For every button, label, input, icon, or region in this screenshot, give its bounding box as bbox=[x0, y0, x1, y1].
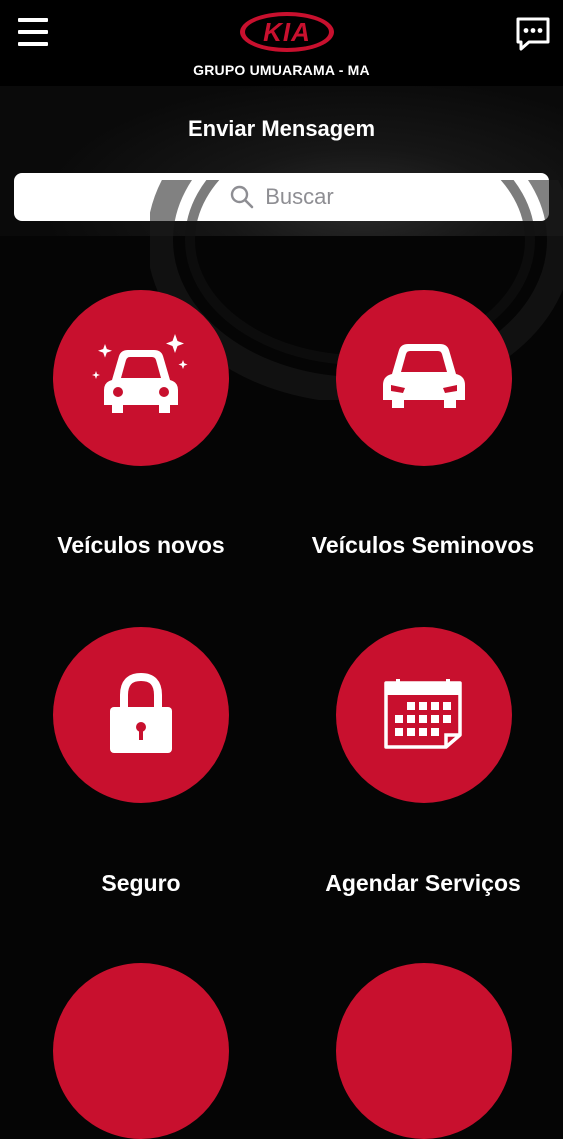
app-header: KIA GRUPO UMUARAMA - MA bbox=[0, 0, 563, 86]
search-icon bbox=[229, 184, 255, 210]
tile-circle bbox=[336, 627, 512, 803]
calendar-icon bbox=[384, 679, 462, 749]
hamburger-menu-icon[interactable] bbox=[18, 18, 48, 46]
tile-circle bbox=[336, 963, 512, 1139]
dealer-name: GRUPO UMUARAMA - MA bbox=[193, 62, 370, 78]
tile-circle bbox=[336, 290, 512, 466]
chat-message-icon[interactable] bbox=[515, 16, 551, 52]
kia-logo: KIA bbox=[238, 10, 336, 54]
search-placeholder: Buscar bbox=[265, 184, 334, 209]
hero-banner: Enviar Mensagem Buscar bbox=[0, 86, 563, 236]
padlock-icon bbox=[110, 672, 172, 753]
tile-label: Seguro bbox=[101, 870, 181, 896]
tile-label: Veículos novos bbox=[57, 532, 225, 558]
tile-circle bbox=[53, 627, 229, 803]
tile-circle bbox=[53, 963, 229, 1139]
car-icon bbox=[383, 344, 465, 408]
tile-circle bbox=[53, 290, 229, 466]
tile-label: Agendar Serviços bbox=[325, 870, 521, 896]
logo-text: KIA bbox=[263, 17, 311, 47]
search-input[interactable]: Buscar bbox=[14, 173, 549, 221]
new-car-sparkle-icon bbox=[92, 334, 188, 413]
tile-label: Veículos Seminovos bbox=[311, 532, 535, 558]
send-message-link[interactable]: Enviar Mensagem bbox=[0, 116, 563, 142]
